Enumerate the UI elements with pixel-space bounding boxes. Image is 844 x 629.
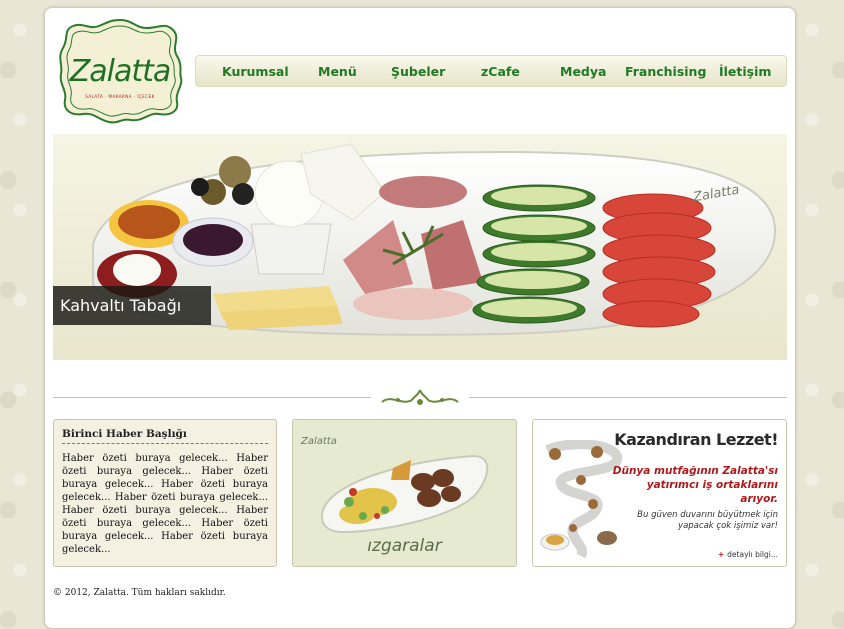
logo-text: Zalatta xyxy=(69,54,172,89)
news-box: Birinci Haber Başlığı Haber özeti buraya… xyxy=(53,419,277,567)
plus-icon: + xyxy=(717,550,725,559)
divider-line-right xyxy=(469,397,787,398)
news-body: Haber özeti buraya gelecek... Haber özet… xyxy=(62,453,268,555)
grill-promo-box[interactable]: Zalatta ızgaralar xyxy=(292,419,517,567)
grill-logo-text: Zalatta xyxy=(300,436,337,447)
divider-line-left xyxy=(53,397,371,398)
grill-title: ızgaralar xyxy=(367,536,442,556)
nav-item-subeler[interactable]: Şubeler xyxy=(391,64,445,79)
promo-link-text: detaylı bilgi... xyxy=(727,550,778,559)
promo-title: Kazandıran Lezzet! xyxy=(614,430,778,449)
hero-banner[interactable]: Zalatta Kahvaltı Tabağı xyxy=(53,134,787,360)
nav-item-franchising[interactable]: Franchising xyxy=(625,64,706,79)
ornament-icon xyxy=(381,389,459,405)
franchise-promo-box[interactable]: Kazandıran Lezzet! Dünya mutfağının Zala… xyxy=(532,419,787,567)
promo-subtitle: Dünya mutfağının Zalatta'sı yatırımcı iş… xyxy=(612,465,778,505)
footer-copyright: © 2012, Zalatta. Tüm hakları saklıdır. xyxy=(53,588,226,598)
nav-item-kurumsal[interactable]: Kurumsal xyxy=(222,64,289,79)
logo-tagline: SALATA · MAKARNA · İÇECEK xyxy=(85,94,155,99)
site-logo[interactable]: Zalatta SALATA · MAKARNA · İÇECEK xyxy=(55,16,185,126)
promo-subtitle-2: Bu güven duvarını büyütmek için yapacak … xyxy=(637,510,778,531)
nav-item-menu[interactable]: Menü xyxy=(318,64,357,79)
main-nav: Kurumsal Menü Şubeler zCafe Medya Franch… xyxy=(195,55,787,87)
promo-details-link[interactable]: + detaylı bilgi... xyxy=(718,550,778,559)
section-divider xyxy=(53,388,787,408)
breakfast-plate-image: Zalatta xyxy=(92,143,777,336)
page-container: Zalatta SALATA · MAKARNA · İÇECEK Kurums… xyxy=(44,7,796,629)
nav-item-iletisim[interactable]: İletişim xyxy=(719,64,771,79)
hero-caption: Kahvaltı Tabağı xyxy=(53,286,211,325)
nav-item-medya[interactable]: Medya xyxy=(560,64,606,79)
nav-item-zcafe[interactable]: zCafe xyxy=(481,64,520,79)
news-title[interactable]: Birinci Haber Başlığı xyxy=(62,428,268,444)
